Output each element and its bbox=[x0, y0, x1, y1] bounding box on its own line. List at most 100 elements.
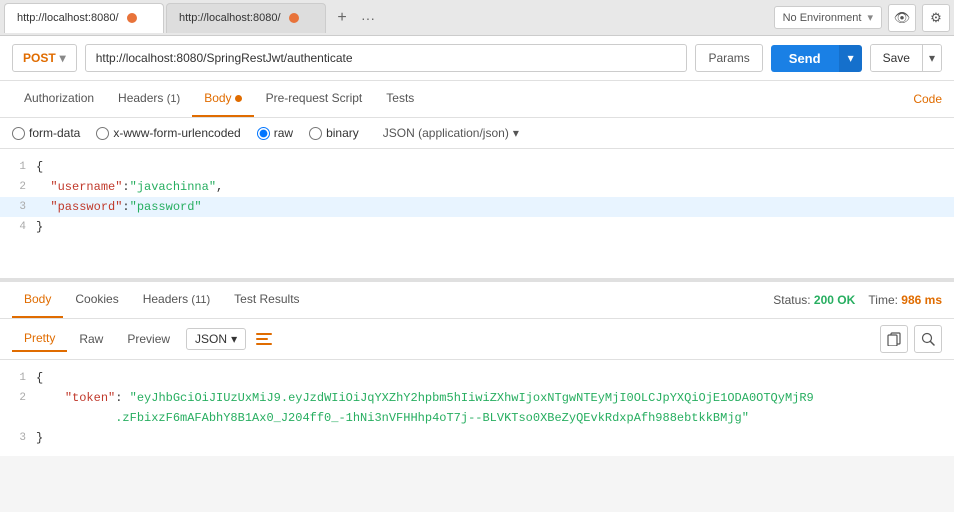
raw-label: raw bbox=[274, 126, 293, 140]
send-button-group: Send ▾ bbox=[771, 45, 862, 72]
line-num-1: 1 bbox=[0, 157, 36, 177]
fmt-tab-preview-label: Preview bbox=[127, 332, 170, 346]
tab-body-label: Body bbox=[204, 91, 231, 105]
tab-authorization[interactable]: Authorization bbox=[12, 81, 106, 117]
code-line-3: 3 "password":"password" bbox=[0, 197, 954, 217]
browser-tab-2[interactable]: http://localhost:8080/ bbox=[166, 3, 326, 33]
json-format-label: JSON (application/json) bbox=[383, 126, 509, 140]
method-select[interactable]: POST ▾ bbox=[12, 44, 77, 72]
response-format-label: JSON bbox=[195, 332, 227, 346]
resp-line-content-1: { bbox=[36, 368, 954, 388]
environment-select[interactable]: No Environment ▾ bbox=[774, 6, 882, 29]
code-line-1: 1 { bbox=[0, 157, 954, 177]
gear-icon-button[interactable]: ⚙ bbox=[922, 4, 950, 32]
more-tabs-button[interactable]: ··· bbox=[356, 6, 380, 30]
params-button[interactable]: Params bbox=[695, 44, 762, 72]
resp-line-content-2: "token": "eyJhbGciOiJIUzUxMiJ9.eyJzdWIiO… bbox=[36, 388, 954, 428]
resp-tab-headers[interactable]: Headers (11) bbox=[131, 282, 222, 318]
browser-tab-1[interactable]: http://localhost:8080/ bbox=[4, 3, 164, 33]
raw-radio[interactable] bbox=[257, 127, 270, 140]
resp-tab-test-results-label: Test Results bbox=[234, 292, 299, 306]
align-icon[interactable] bbox=[254, 329, 274, 349]
response-section: Body Cookies Headers (11) Test Results S… bbox=[0, 279, 954, 456]
save-dropdown-button[interactable]: ▾ bbox=[922, 45, 941, 71]
line-content-4: } bbox=[36, 217, 954, 237]
time-value: 986 ms bbox=[901, 293, 942, 307]
resp-tab-body[interactable]: Body bbox=[12, 282, 63, 318]
body-options: form-data x-www-form-urlencoded raw bina… bbox=[0, 118, 954, 149]
tab-prerequest[interactable]: Pre-request Script bbox=[254, 81, 375, 117]
tab-bar: http://localhost:8080/ http://localhost:… bbox=[0, 0, 954, 36]
env-label: No Environment bbox=[783, 12, 862, 24]
send-button[interactable]: Send bbox=[771, 45, 839, 72]
urlencoded-radio[interactable] bbox=[96, 127, 109, 140]
copy-icon-button[interactable] bbox=[880, 325, 908, 353]
tab-body[interactable]: Body bbox=[192, 81, 253, 117]
response-body-display: 1 { 2 "token": "eyJhbGciOiJIUzUxMiJ9.eyJ… bbox=[0, 360, 954, 456]
status-label: Status: bbox=[773, 293, 814, 307]
copy-icon bbox=[887, 332, 901, 346]
search-icon bbox=[921, 332, 935, 346]
urlencoded-option[interactable]: x-www-form-urlencoded bbox=[96, 126, 240, 140]
code-line-2: 2 "username":"javachinna", bbox=[0, 177, 954, 197]
gear-icon: ⚙ bbox=[930, 10, 942, 26]
method-label: POST bbox=[23, 51, 56, 65]
fmt-tab-preview[interactable]: Preview bbox=[115, 327, 182, 351]
form-data-option[interactable]: form-data bbox=[12, 126, 80, 140]
binary-option[interactable]: binary bbox=[309, 126, 359, 140]
resp-tab-test-results[interactable]: Test Results bbox=[222, 282, 311, 318]
time-label: Time: bbox=[868, 293, 901, 307]
fmt-tab-raw[interactable]: Raw bbox=[67, 327, 115, 351]
line-num-3: 3 bbox=[0, 197, 36, 217]
new-tab-button[interactable]: + bbox=[330, 6, 354, 30]
eye-icon-button[interactable]: 👁 bbox=[888, 4, 916, 32]
tab-2-dot bbox=[289, 13, 299, 23]
resp-tab-headers-label: Headers bbox=[143, 292, 192, 306]
line-num-4: 4 bbox=[0, 217, 36, 237]
tab-headers[interactable]: Headers (1) bbox=[106, 81, 192, 117]
response-format-select[interactable]: JSON ▾ bbox=[186, 328, 246, 350]
binary-radio[interactable] bbox=[309, 127, 322, 140]
raw-option[interactable]: raw bbox=[257, 126, 293, 140]
eye-icon: 👁 bbox=[894, 10, 911, 26]
line-content-3: "password":"password" bbox=[36, 197, 954, 217]
fmt-tab-pretty-label: Pretty bbox=[24, 331, 55, 345]
binary-label: binary bbox=[326, 126, 359, 140]
line-content-1: { bbox=[36, 157, 954, 177]
response-format-bar: Pretty Raw Preview JSON ▾ bbox=[0, 319, 954, 360]
form-data-radio[interactable] bbox=[12, 127, 25, 140]
code-link[interactable]: Code bbox=[913, 82, 942, 116]
save-button-group: Save ▾ bbox=[870, 44, 942, 72]
response-icon-buttons bbox=[880, 325, 942, 353]
search-icon-button[interactable] bbox=[914, 325, 942, 353]
resp-line-num-1: 1 bbox=[0, 368, 36, 388]
resp-line-3: 3 } bbox=[0, 428, 954, 448]
response-status-bar: Status: 200 OK Time: 986 ms bbox=[773, 293, 942, 307]
line-content-2: "username":"javachinna", bbox=[36, 177, 954, 197]
tab-authorization-label: Authorization bbox=[24, 91, 94, 105]
tab-prerequest-label: Pre-request Script bbox=[266, 91, 363, 105]
request-body-editor[interactable]: 1 { 2 "username":"javachinna", 3 "passwo… bbox=[0, 149, 954, 279]
tab-2-label: http://localhost:8080/ bbox=[179, 12, 281, 24]
urlencoded-label: x-www-form-urlencoded bbox=[113, 126, 240, 140]
code-line-4: 4 } bbox=[0, 217, 954, 237]
json-format-chevron-icon: ▾ bbox=[513, 126, 519, 140]
tab-tests-label: Tests bbox=[386, 91, 414, 105]
resp-line-content-3: } bbox=[36, 428, 954, 448]
resp-line-num-2: 2 bbox=[0, 388, 36, 428]
tab-tests[interactable]: Tests bbox=[374, 81, 426, 117]
url-input[interactable] bbox=[85, 44, 688, 72]
resp-tab-cookies[interactable]: Cookies bbox=[63, 282, 130, 318]
form-data-label: form-data bbox=[29, 126, 80, 140]
method-chevron-icon: ▾ bbox=[60, 51, 66, 65]
request-bar: POST ▾ Params Send ▾ Save ▾ bbox=[0, 36, 954, 81]
top-right-controls: No Environment ▾ 👁 ⚙ bbox=[774, 4, 950, 32]
fmt-tab-pretty[interactable]: Pretty bbox=[12, 326, 67, 352]
response-format-chevron-icon: ▾ bbox=[231, 332, 237, 346]
status-code: 200 OK bbox=[814, 293, 855, 307]
json-format-select[interactable]: JSON (application/json) ▾ bbox=[383, 126, 519, 140]
tab-1-label: http://localhost:8080/ bbox=[17, 12, 119, 24]
save-button[interactable]: Save bbox=[871, 45, 922, 71]
send-dropdown-button[interactable]: ▾ bbox=[839, 45, 862, 72]
tab-headers-label: Headers bbox=[118, 91, 167, 105]
